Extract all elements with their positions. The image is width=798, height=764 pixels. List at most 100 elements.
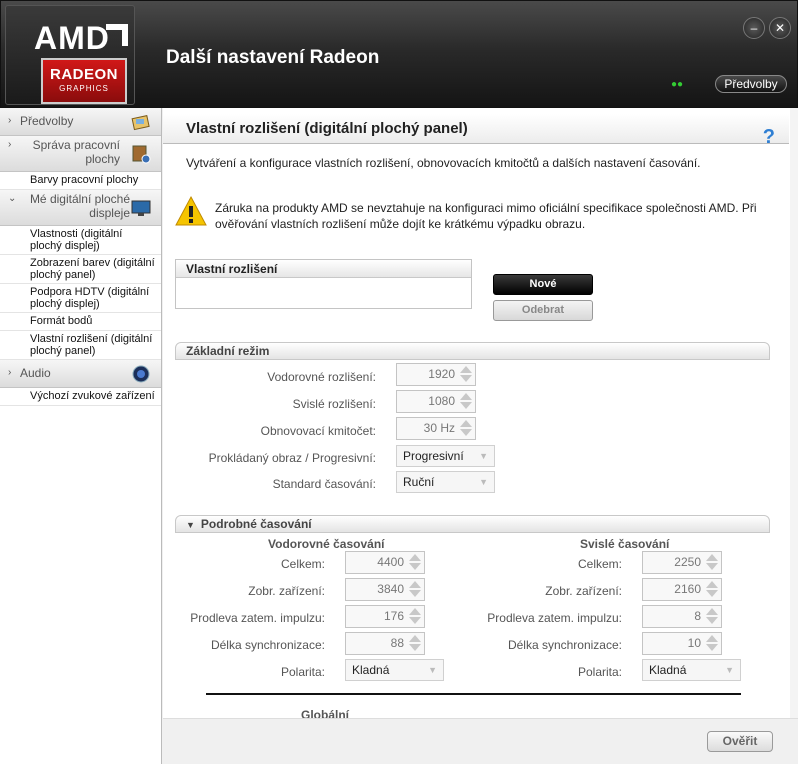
sidebar-subitem-desktop-colors[interactable]: Barvy pracovní plochy <box>0 172 161 190</box>
sidebar-item-preferences[interactable]: › Předvolby <box>0 108 161 136</box>
v-total-stepper[interactable]: 2250 <box>642 551 722 574</box>
speaker-icon <box>132 365 150 383</box>
h-porch-label: Prodleva zatem. impulzu: <box>190 611 325 625</box>
stepper-arrows-icon[interactable] <box>407 553 423 572</box>
stepper-arrows-icon[interactable] <box>704 607 720 626</box>
app-title: Další nastavení Radeon <box>166 47 380 68</box>
page-title-text: Vlastní rozlišení (digitální plochý pane… <box>186 120 468 137</box>
connection-icon: ●● <box>671 79 684 90</box>
sidebar-item-label: Audio <box>20 366 51 380</box>
amd-logo: AMD RADEON GRAPHICS <box>5 5 135 105</box>
radeon-badge: RADEON GRAPHICS <box>41 58 127 104</box>
help-icon[interactable]: ? <box>763 122 775 152</box>
sidebar: › Předvolby › Správa pracovní plochy Bar… <box>0 108 162 764</box>
chevron-down-icon: ⌄ <box>8 193 17 204</box>
monitor-icon <box>131 200 151 216</box>
preferences-button[interactable]: Předvolby <box>715 75 787 93</box>
v-polarity-value: Kladná <box>649 663 687 677</box>
chevron-down-icon: ▼ <box>479 451 488 461</box>
v-total-label: Celkem: <box>577 557 622 571</box>
timing-standard-dropdown[interactable]: Ruční ▼ <box>396 471 495 493</box>
sidebar-item-label: Správa pracovní plochy <box>32 138 120 166</box>
sidebar-subitem-custom-resolution[interactable]: Vlastní rozlišení (digitální plochý pane… <box>0 331 161 360</box>
basic-mode-header: Základní režim <box>175 342 770 360</box>
stepper-arrows-icon[interactable] <box>704 553 720 572</box>
minimize-button[interactable]: – <box>743 17 765 39</box>
h-display-value: 3840 <box>377 582 404 596</box>
stepper-arrows-icon[interactable] <box>407 607 423 626</box>
stepper-arrows-icon[interactable] <box>407 580 423 599</box>
sidebar-item-label: Mé digitální ploché displeje <box>29 192 130 220</box>
sidebar-item-digital-displays[interactable]: ⌄ Mé digitální ploché displeje <box>0 190 161 226</box>
sidebar-subitem-default-audio[interactable]: Výchozí zvukové zařízení <box>0 388 161 406</box>
sidebar-subitem-color[interactable]: Zobrazení barev (digitální plochý panel) <box>0 255 161 284</box>
stepper-arrows-icon[interactable] <box>704 580 720 599</box>
v-display-stepper[interactable]: 2160 <box>642 578 722 601</box>
chevron-right-icon: › <box>8 139 12 150</box>
stepper-arrows-icon[interactable] <box>458 365 474 384</box>
sidebar-subitem-hdtv[interactable]: Podpora HDTV (digitální plochý displej) <box>0 284 161 313</box>
detailed-timing-header[interactable]: ▼ Podrobné časování <box>175 515 770 533</box>
h-display-stepper[interactable]: 3840 <box>345 578 425 601</box>
vertical-resolution-value: 1080 <box>428 394 455 408</box>
chevron-right-icon: › <box>8 115 12 126</box>
h-sync-label: Délka synchronizace: <box>210 638 325 652</box>
v-total-value: 2250 <box>674 555 701 569</box>
refresh-rate-stepper[interactable]: 30 Hz <box>396 417 476 440</box>
close-button[interactable]: ✕ <box>769 17 791 39</box>
v-porch-label: Prodleva zatem. impulzu: <box>487 611 622 625</box>
refresh-rate-value: 30 Hz <box>423 421 455 435</box>
detailed-timing-title: Podrobné časování <box>200 517 312 531</box>
scan-mode-label: Prokládaný obraz / Progresivní: <box>208 451 376 465</box>
scan-mode-dropdown[interactable]: Progresivní ▼ <box>396 445 495 467</box>
stepper-arrows-icon[interactable] <box>458 392 474 411</box>
h-total-label: Celkem: <box>280 557 325 571</box>
radeon-badge-line2: GRAPHICS <box>59 84 109 93</box>
chevron-down-icon: ▼ <box>428 665 437 675</box>
v-porch-value: 8 <box>694 609 701 623</box>
h-sync-value: 88 <box>390 636 404 650</box>
v-polarity-label: Polarita: <box>577 665 622 679</box>
app-header: AMD RADEON GRAPHICS Další nastavení Rade… <box>0 0 798 108</box>
v-porch-stepper[interactable]: 8 <box>642 605 722 628</box>
sidebar-subitem-properties[interactable]: Vlastnosti (digitální plochý displej) <box>0 226 161 255</box>
vertical-resolution-stepper[interactable]: 1080 <box>396 390 476 413</box>
stepper-arrows-icon[interactable] <box>704 634 720 653</box>
desktop-management-icon <box>132 145 151 164</box>
sidebar-item-desktop-management[interactable]: › Správa pracovní plochy <box>0 136 161 172</box>
horizontal-resolution-stepper[interactable]: 1920 <box>396 363 476 386</box>
divider <box>206 693 741 695</box>
preferences-icon <box>131 115 150 131</box>
warning-text: Záruka na produkty AMD se nevztahuje na … <box>215 201 757 231</box>
stepper-arrows-icon[interactable] <box>407 634 423 653</box>
sidebar-item-audio[interactable]: › Audio <box>0 360 161 388</box>
vertical-resolution-label: Svislé rozlišení: <box>292 397 376 411</box>
v-polarity-dropdown[interactable]: Kladná ▼ <box>642 659 741 681</box>
h-display-label: Zobr. zařízení: <box>248 584 325 598</box>
new-button[interactable]: Nové <box>493 274 593 295</box>
collapse-triangle-icon: ▼ <box>186 520 195 530</box>
timing-standard-value: Ruční <box>403 475 435 489</box>
verify-button[interactable]: Ověřit <box>707 731 773 752</box>
custom-resolution-header: Vlastní rozlišení <box>176 260 471 278</box>
vertical-timing-title: Svislé časování <box>580 537 670 551</box>
remove-button[interactable]: Odebrat <box>493 300 593 321</box>
h-polarity-value: Kladná <box>352 663 390 677</box>
chevron-right-icon: › <box>8 367 12 378</box>
h-total-stepper[interactable]: 4400 <box>345 551 425 574</box>
h-polarity-label: Polarita: <box>280 665 325 679</box>
h-sync-stepper[interactable]: 88 <box>345 632 425 655</box>
sidebar-subitem-pixel-format[interactable]: Formát bodů <box>0 313 161 331</box>
h-porch-stepper[interactable]: 176 <box>345 605 425 628</box>
v-sync-stepper[interactable]: 10 <box>642 632 722 655</box>
custom-resolution-list[interactable]: Vlastní rozlišení <box>175 259 472 309</box>
h-polarity-dropdown[interactable]: Kladná ▼ <box>345 659 444 681</box>
v-sync-label: Délka synchronizace: <box>507 638 622 652</box>
stepper-arrows-icon[interactable] <box>458 419 474 438</box>
radeon-badge-line1: RADEON <box>49 66 118 83</box>
h-total-value: 4400 <box>377 555 404 569</box>
horizontal-timing-title: Vodorovné časování <box>268 537 385 551</box>
scan-mode-value: Progresivní <box>403 449 464 463</box>
v-display-label: Zobr. zařízení: <box>545 584 622 598</box>
vertical-scrollbar[interactable] <box>790 108 798 718</box>
